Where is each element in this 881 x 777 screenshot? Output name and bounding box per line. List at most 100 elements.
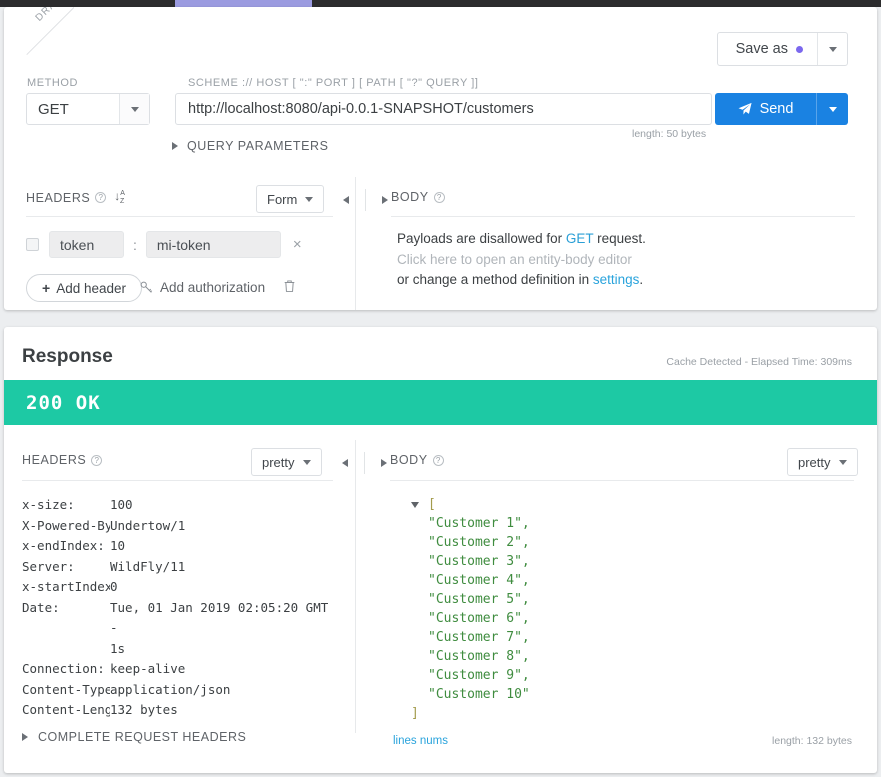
payload-disallowed-post: request. [593, 231, 646, 246]
json-array-item: "Customer 4", [428, 573, 530, 588]
collapse-left-button[interactable] [335, 196, 357, 204]
response-header-key: x-endIndex: [22, 538, 105, 553]
paper-plane-icon [738, 102, 752, 115]
send-group: Send [715, 93, 848, 125]
response-body-title-row: BODY ? [390, 453, 444, 467]
json-array-item: "Customer 7", [428, 630, 530, 645]
chevron-down-icon [302, 459, 311, 465]
response-headers-format-select[interactable]: pretty [251, 448, 322, 476]
response-header-value: keep-alive [110, 661, 186, 676]
json-array-item: "Customer 3", [428, 554, 530, 569]
complete-request-headers-toggle[interactable]: COMPLETE REQUEST HEADERS [22, 730, 246, 744]
response-body-format-value: pretty [798, 454, 831, 470]
response-header-value: application/json [110, 681, 231, 697]
send-label: Send [759, 101, 794, 117]
header-value-input[interactable]: mi-token [145, 231, 281, 258]
query-parameters-toggle[interactable]: QUERY PARAMETERS [172, 139, 328, 153]
header-key-input[interactable]: token [49, 231, 124, 258]
method-select[interactable]: GET [26, 93, 150, 125]
response-body-length: length: 132 bytes [772, 735, 852, 747]
json-array-item: "Customer 2", [428, 535, 530, 550]
header-kv-separator: : [133, 236, 137, 253]
add-authorization-button[interactable]: Add authorization [140, 280, 265, 295]
response-header-value: 132 bytes [110, 702, 178, 717]
response-panel-divider [355, 440, 356, 733]
collapse-divider [364, 452, 365, 474]
url-label: SCHEME :// HOST [ ":" PORT ] [ PATH [ "?… [188, 77, 479, 89]
json-array-item: "Customer 8", [428, 649, 530, 664]
help-icon[interactable]: ? [95, 192, 107, 204]
json-array-item: "Customer 5", [428, 592, 530, 607]
json-array-open: [ [411, 495, 530, 514]
save-as-dropdown-button[interactable] [817, 33, 847, 65]
response-header-value: 10 [110, 538, 126, 553]
collapse-left-button[interactable] [334, 459, 356, 467]
response-panel-collapse-controls [334, 452, 395, 474]
save-as-button[interactable]: Save as [718, 33, 817, 65]
add-authorization-label: Add authorization [160, 280, 266, 295]
payload-disallowed-line: Payloads are disallowed for GET request. [397, 229, 646, 250]
chevron-down-icon [305, 196, 314, 202]
add-header-button[interactable]: + Add header [26, 274, 142, 302]
send-button[interactable]: Send [715, 93, 816, 125]
save-as-label: Save as [735, 41, 788, 57]
json-array-item: "Customer 10" [428, 687, 530, 702]
help-icon[interactable]: ? [432, 454, 444, 466]
response-header-key: Server: [22, 558, 75, 574]
request-headers-format-select[interactable]: Form [256, 185, 325, 213]
payload-disallowed-pre: Payloads are disallowed for [397, 231, 566, 246]
response-header-row: Date: Tue, 01 Jan 2019 02:05:20 GMT - 1s [22, 598, 342, 660]
url-length-hint: length: 50 bytes [632, 128, 707, 140]
response-header-key: X-Powered-By: [22, 517, 110, 533]
header-row: token : mi-token × [26, 231, 302, 258]
request-headers-title-row: HEADERS ? ↓AZ [26, 190, 125, 206]
response-status-code: 200 OK [26, 391, 101, 414]
complete-request-headers-label: COMPLETE REQUEST HEADERS [38, 730, 247, 744]
header-remove-icon[interactable]: × [293, 237, 302, 252]
delete-all-headers-button[interactable] [283, 279, 296, 296]
response-header-key: x-startIndex: [22, 579, 110, 594]
url-input[interactable]: http://localhost:8080/api-0.0.1-SNAPSHOT… [175, 93, 712, 125]
response-headers-title-row: HEADERS ? [22, 453, 103, 467]
json-array-item: "Customer 1", [428, 516, 530, 531]
chevron-left-icon [343, 196, 349, 204]
lines-nums-toggle[interactable]: lines nums [393, 735, 448, 747]
json-array-item: "Customer 6", [428, 611, 530, 626]
method-dropdown-button[interactable] [119, 94, 149, 124]
response-header-value: 100 [110, 497, 133, 512]
response-header-key: Content-Leng… [22, 702, 110, 717]
change-method-pre: or change a method definition in [397, 272, 593, 287]
response-header-row: Server: WildFly/11 [22, 557, 342, 578]
change-method-post: . [639, 272, 644, 287]
trash-icon [284, 280, 295, 292]
chevron-down-icon[interactable] [411, 501, 419, 508]
send-dropdown-button[interactable] [816, 93, 848, 125]
settings-link[interactable]: settings [593, 272, 640, 287]
chevron-right-icon [22, 733, 28, 741]
open-entity-body-editor-link[interactable]: Click here to open an entity-body editor [397, 250, 646, 271]
help-icon[interactable]: ? [91, 454, 103, 466]
draft-ribbon: DRAFT [4, 7, 74, 77]
json-array-item: "Customer 9", [428, 668, 530, 683]
response-body-json: [ "Customer 1", "Customer 2", "Customer 3",… [411, 495, 530, 723]
panel-collapse-controls [335, 189, 396, 211]
request-body-title: BODY [391, 190, 429, 204]
chevron-down-icon [828, 46, 837, 52]
sort-alpha-icon[interactable]: ↓AZ [114, 190, 125, 206]
response-header-row: Content-Type:application/json [22, 680, 342, 701]
response-body-format-select[interactable]: pretty [787, 448, 858, 476]
json-open-bracket: [ [428, 497, 436, 512]
request-headers-rule [26, 216, 333, 217]
response-body-title: BODY [390, 453, 428, 467]
method-link[interactable]: GET [566, 231, 594, 246]
active-tab-accent[interactable] [175, 0, 312, 7]
response-meta: Cache Detected - Elapsed Time: 309ms [666, 356, 852, 368]
chevron-left-icon [342, 459, 348, 467]
response-body-rule [390, 480, 854, 481]
header-row-checkbox[interactable] [26, 238, 39, 251]
help-icon[interactable]: ? [433, 191, 445, 203]
request-body-title-row: BODY ? [391, 190, 445, 204]
query-parameters-label: QUERY PARAMETERS [187, 139, 329, 153]
request-card: DRAFT Save as METHOD GET SCHEME :// HOST… [4, 7, 877, 310]
key-icon [140, 281, 153, 293]
